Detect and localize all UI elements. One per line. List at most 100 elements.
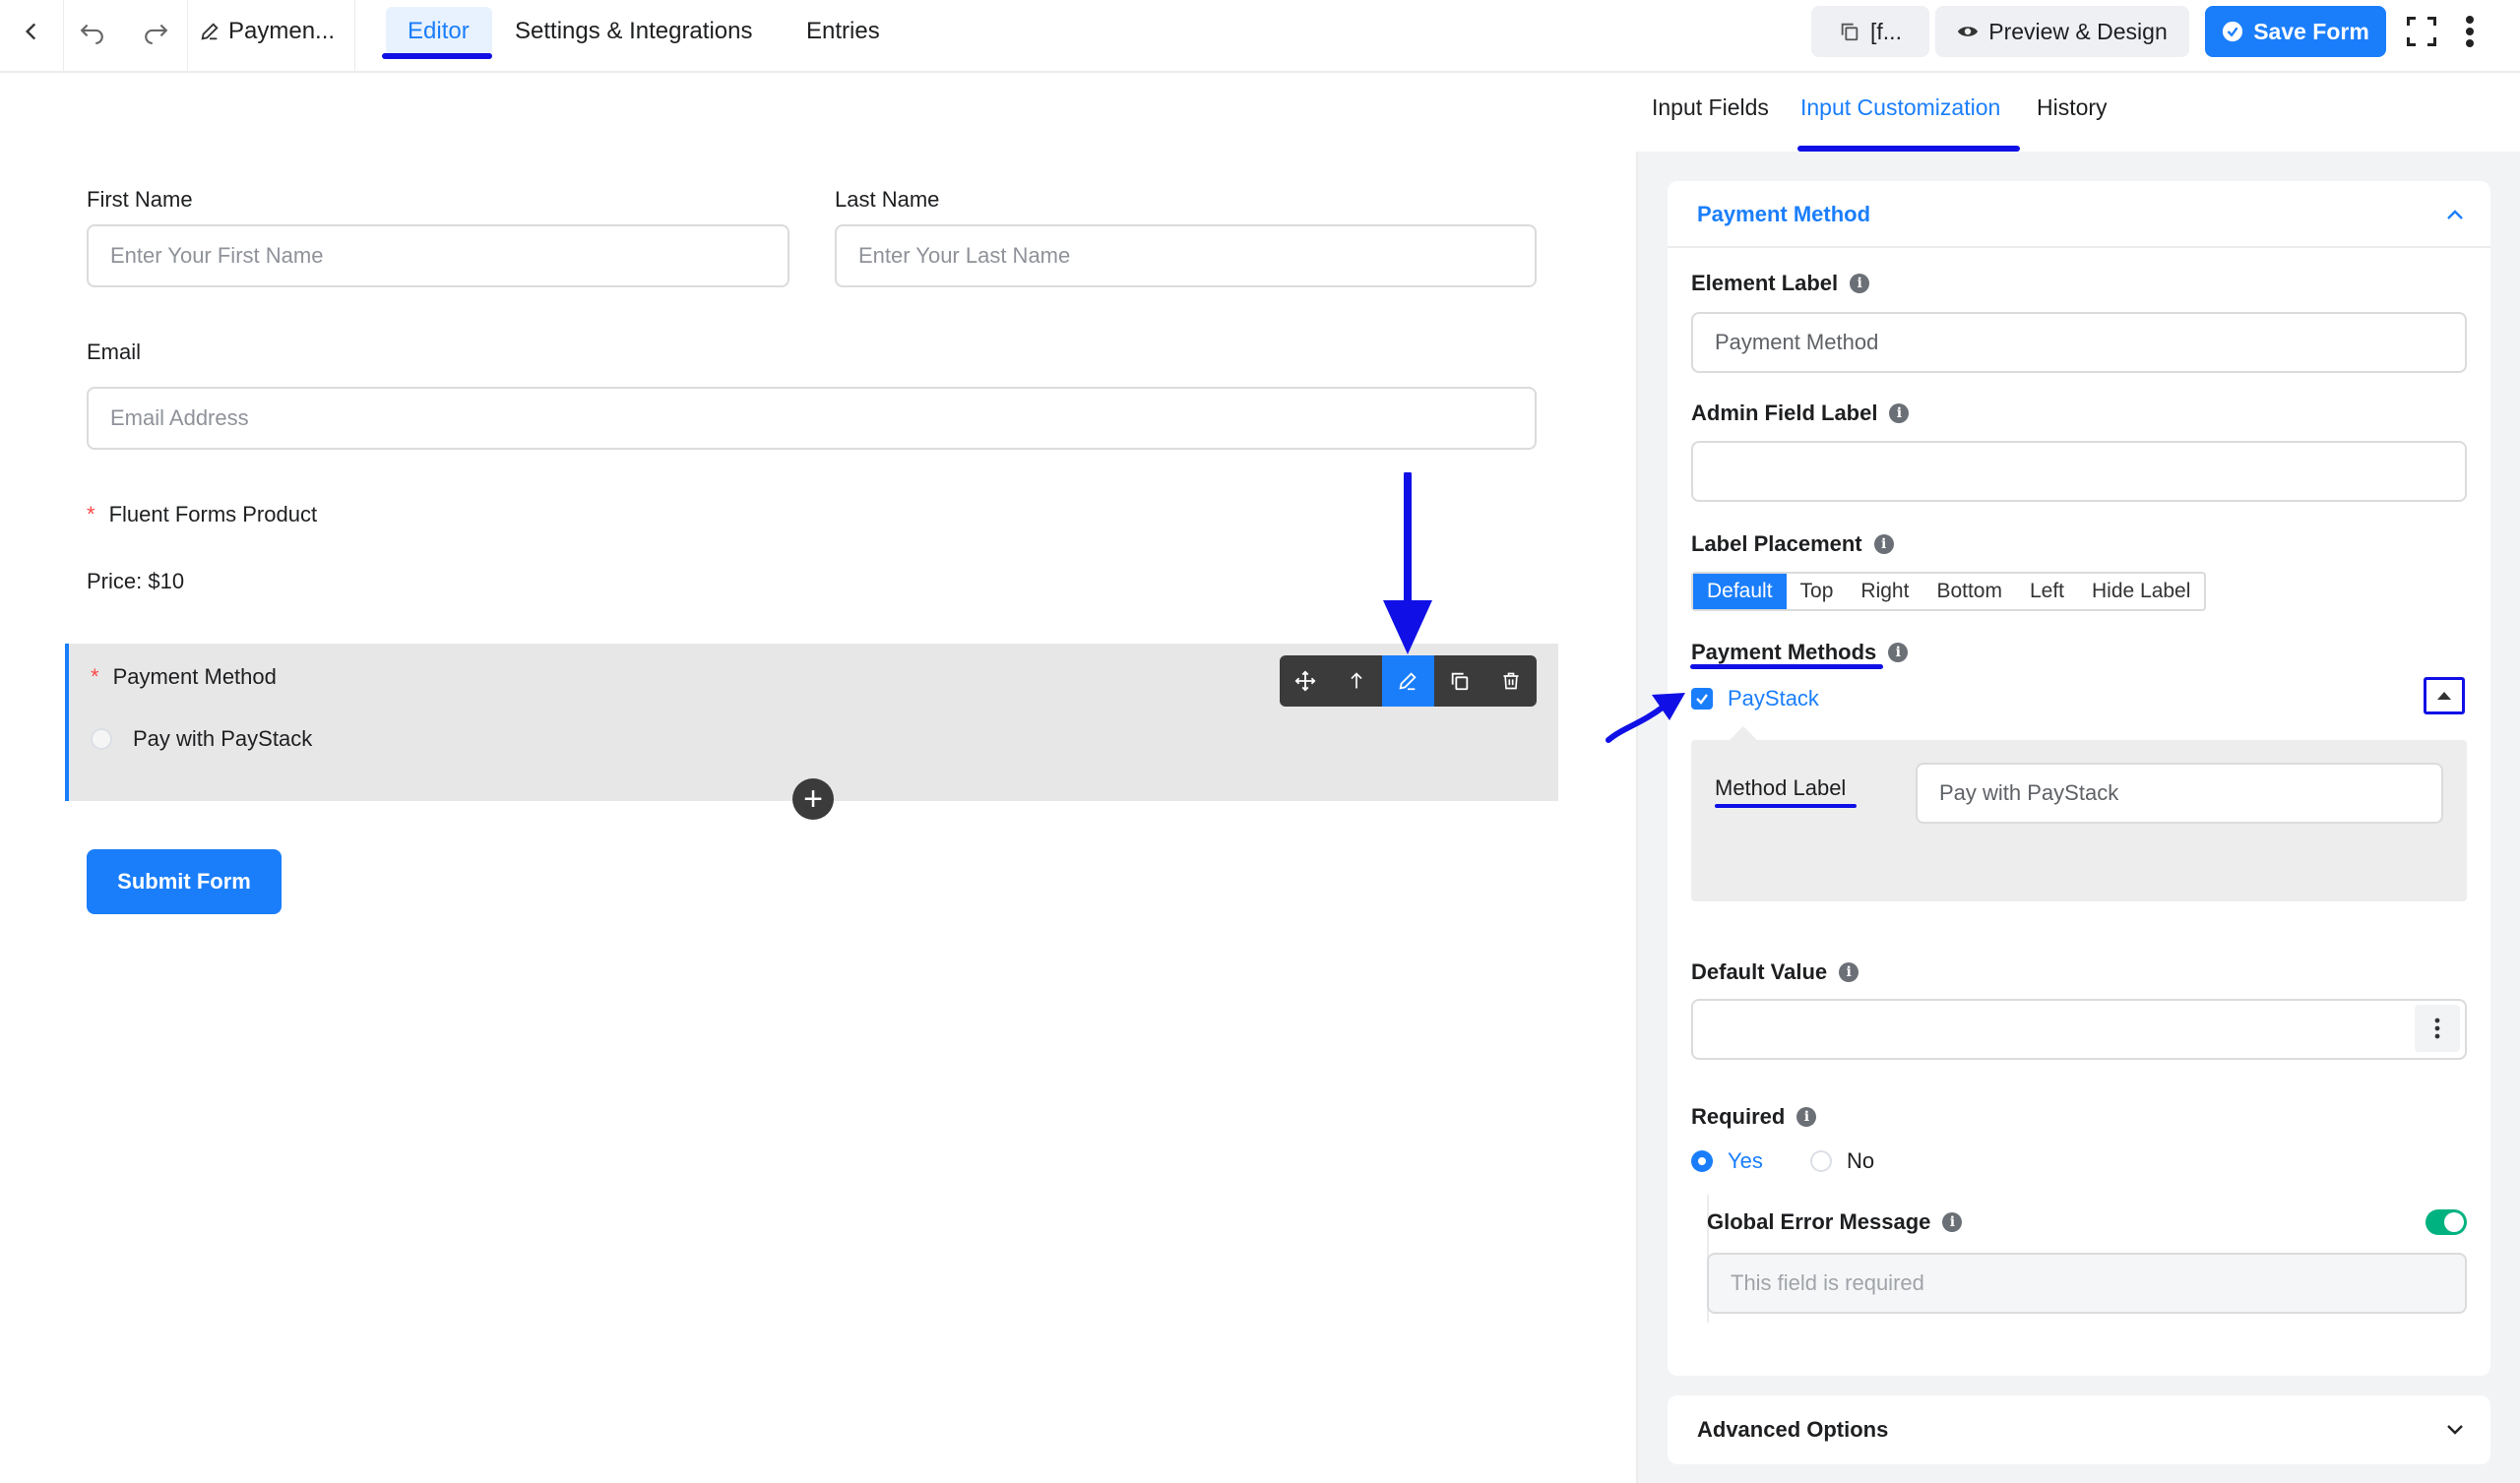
product-label-text: Fluent Forms Product — [108, 502, 318, 526]
more-vertical-icon[interactable] — [2455, 0, 2485, 63]
tab-settings-integrations[interactable]: Settings & Integrations — [515, 0, 752, 63]
last-name-placeholder: Enter Your Last Name — [858, 243, 1071, 268]
payment-methods-underline — [1690, 664, 1883, 669]
required-yes-radio[interactable] — [1691, 1150, 1713, 1172]
last-name-input[interactable]: Enter Your Last Name — [835, 224, 1537, 287]
required-yes-label[interactable]: Yes — [1728, 1148, 1763, 1174]
preview-design-button[interactable]: Preview & Design — [1935, 6, 2189, 57]
annotation-curved-arrow-icon — [1606, 693, 1685, 743]
admin-field-label-title: Admin Field Label i — [1691, 401, 1910, 426]
placement-right[interactable]: Right — [1847, 574, 1922, 609]
product-label: * Fluent Forms Product — [87, 502, 317, 527]
global-error-toggle[interactable] — [2426, 1209, 2467, 1235]
email-label: Email — [87, 340, 142, 364]
shortcode-button[interactable]: [f... — [1811, 6, 1929, 57]
info-icon: i — [1850, 274, 1870, 293]
eye-icon — [1958, 27, 1979, 36]
default-value-options-button[interactable] — [2415, 1005, 2460, 1052]
payment-method-label: * Payment Method — [91, 664, 277, 690]
info-icon: i — [1942, 1212, 1963, 1232]
email-input[interactable]: Email Address — [87, 387, 1537, 450]
chevron-down-icon[interactable] — [2443, 1417, 2467, 1441]
first-name-input[interactable]: Enter Your First Name — [87, 224, 789, 287]
fullscreen-icon[interactable] — [2400, 0, 2443, 63]
trash-icon[interactable] — [1485, 655, 1537, 707]
paystack-checkbox[interactable] — [1691, 688, 1713, 710]
placement-hide-label[interactable]: Hide Label — [2078, 574, 2204, 609]
required-no-label[interactable]: No — [1847, 1148, 1874, 1174]
info-icon: i — [1873, 534, 1894, 554]
chevron-up-icon[interactable] — [2443, 203, 2467, 226]
form-title-text: Paymen... — [228, 18, 336, 44]
info-icon: i — [1888, 643, 1909, 662]
label-placement-group: Default Top Right Bottom Left Hide Label — [1691, 572, 2207, 611]
first-name-placeholder: Enter Your First Name — [110, 243, 324, 268]
paystack-method-name[interactable]: PayStack — [1728, 686, 1819, 711]
duplicate-icon[interactable] — [1434, 655, 1485, 707]
caret-up-icon — [2437, 692, 2451, 700]
save-form-label: Save Form — [2253, 18, 2369, 44]
collapse-method-button[interactable] — [2424, 677, 2465, 714]
tab-input-customization[interactable]: Input Customization — [1800, 94, 2000, 121]
placement-bottom[interactable]: Bottom — [1922, 574, 2016, 609]
element-label-input[interactable]: Payment Method — [1691, 312, 2467, 373]
undo-icon[interactable] — [71, 0, 114, 63]
method-label-input[interactable]: Pay with PayStack — [1916, 763, 2443, 824]
method-label-underline — [1715, 804, 1857, 808]
move-up-icon[interactable] — [1331, 655, 1382, 707]
last-name-label: Last Name — [835, 187, 940, 212]
redo-icon[interactable] — [134, 0, 177, 63]
check-icon — [1696, 694, 1708, 705]
paystack-option-label: Pay with PayStack — [133, 726, 313, 751]
global-error-title: Global Error Message i — [1707, 1209, 1963, 1235]
first-name-label: First Name — [87, 187, 193, 212]
info-icon: i — [1889, 403, 1910, 423]
required-title-text: Required — [1691, 1104, 1786, 1129]
price-text: Price: $10 — [87, 569, 185, 593]
required-title: Required i — [1691, 1104, 1817, 1130]
required-no-radio[interactable] — [1810, 1150, 1832, 1172]
check-circle-icon — [2223, 21, 2243, 42]
default-value-title-text: Default Value — [1691, 959, 1828, 984]
copy-icon — [1841, 23, 1858, 41]
label-placement-title: Label Placement i — [1691, 531, 1894, 557]
payment-methods-title-text: Payment Methods — [1691, 640, 1877, 664]
input-customization-underline — [1797, 146, 2020, 152]
element-label-value: Payment Method — [1715, 330, 1879, 354]
save-form-button[interactable]: Save Form — [2205, 6, 2386, 57]
global-error-title-text: Global Error Message — [1707, 1209, 1931, 1234]
placement-left[interactable]: Left — [2016, 574, 2078, 609]
add-field-icon[interactable]: + — [792, 778, 834, 820]
divider — [354, 0, 355, 71]
admin-field-label-input[interactable] — [1691, 441, 2467, 502]
admin-field-label-title-text: Admin Field Label — [1691, 401, 1878, 425]
annotation-down-arrow-icon — [1383, 472, 1432, 654]
info-icon: i — [1796, 1107, 1817, 1127]
placement-top[interactable]: Top — [1787, 574, 1848, 609]
required-asterisk: * — [91, 664, 99, 689]
edit-icon[interactable] — [1382, 655, 1434, 707]
method-box-pointer — [1730, 726, 1757, 740]
move-icon[interactable] — [1280, 655, 1331, 707]
editor-tab-underline — [382, 53, 492, 59]
submit-form-button[interactable]: Submit Form — [87, 849, 282, 914]
global-error-input[interactable]: This field is required — [1707, 1253, 2467, 1314]
required-asterisk: * — [87, 502, 95, 526]
top-bar: Paymen... Editor Settings & Integrations… — [0, 0, 2520, 73]
default-value-input[interactable] — [1691, 999, 2467, 1060]
tab-input-fields[interactable]: Input Fields — [1652, 94, 1769, 121]
divider — [63, 0, 64, 71]
payment-method-label-text: Payment Method — [112, 664, 277, 689]
tab-entries[interactable]: Entries — [806, 0, 880, 63]
shortcode-label: [f... — [1870, 18, 1902, 44]
tab-history[interactable]: History — [2037, 94, 2108, 121]
paystack-radio[interactable] — [91, 728, 112, 750]
placement-default[interactable]: Default — [1693, 574, 1787, 609]
preview-design-label: Preview & Design — [1988, 18, 2168, 44]
advanced-options-title: Advanced Options — [1697, 1417, 1889, 1442]
field-toolbar — [1280, 655, 1537, 707]
method-label-value: Pay with PayStack — [1939, 780, 2119, 805]
back-icon[interactable] — [10, 0, 53, 63]
global-error-placeholder: This field is required — [1731, 1270, 1924, 1295]
form-title[interactable]: Paymen... — [199, 0, 335, 63]
